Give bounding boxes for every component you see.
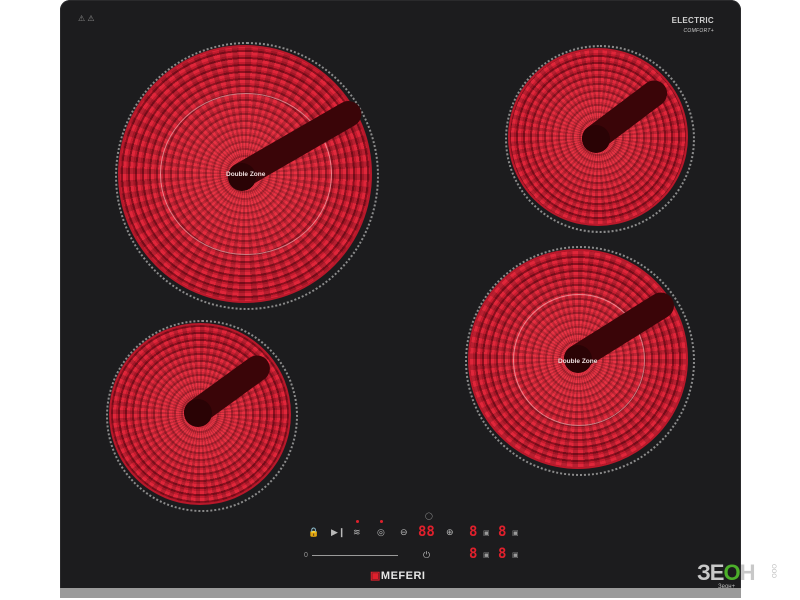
timer-display: 88 (418, 524, 435, 540)
retailer-watermark-sub: Зеон+ (718, 584, 736, 590)
warning-symbols: ⚠ ⚠ (78, 14, 95, 23)
zone-display-front-right: 8 (498, 524, 507, 540)
pause-icon[interactable]: ▶❙ (331, 528, 345, 537)
keep-warm-icon[interactable]: ≋ (353, 528, 361, 537)
zone-position-icon: ▣ (512, 530, 519, 537)
indicator-led (380, 520, 383, 523)
zone-label: Double Zone (558, 358, 598, 365)
retailer-watermark: ЗЕОН (697, 560, 755, 585)
zone-label: Double Zone (226, 171, 266, 178)
cooktop-frame-edge (60, 588, 741, 598)
type-badge: ELECTRIC COMFORT+ (672, 16, 714, 34)
indicator-led (356, 520, 359, 523)
type-label: ELECTRIC (671, 16, 714, 25)
zone-position-icon: ▣ (512, 552, 519, 559)
zone-center-hub (184, 399, 212, 427)
zone-position-icon: ▣ (483, 552, 490, 559)
timer-icon: ◯ (425, 513, 433, 520)
power-slider[interactable] (312, 555, 398, 556)
brand-mark-icon: ▣ (370, 570, 381, 582)
zone-display-front-left: 8 (469, 524, 478, 540)
zone-position-icon: ▣ (483, 530, 490, 537)
type-sublabel: COMFORT+ (683, 28, 714, 34)
dual-zone-icon[interactable]: ◎ (377, 528, 385, 537)
brand-name: MEFERI (380, 570, 426, 582)
slider-min-label: 0 (304, 552, 308, 559)
minus-icon[interactable]: ⊖ (400, 528, 408, 537)
lock-icon[interactable]: 🔒 (308, 528, 319, 537)
brand-logo: ▣MEFERI (370, 569, 425, 582)
power-icon[interactable]: ⏻ (423, 551, 430, 560)
zone-display-rear-left: 8 (469, 546, 478, 562)
zone-center-hub (582, 125, 610, 153)
retailer-watermark-side: ООО (770, 564, 776, 579)
plus-icon[interactable]: ⊕ (446, 528, 454, 537)
zone-display-rear-right: 8 (498, 546, 507, 562)
